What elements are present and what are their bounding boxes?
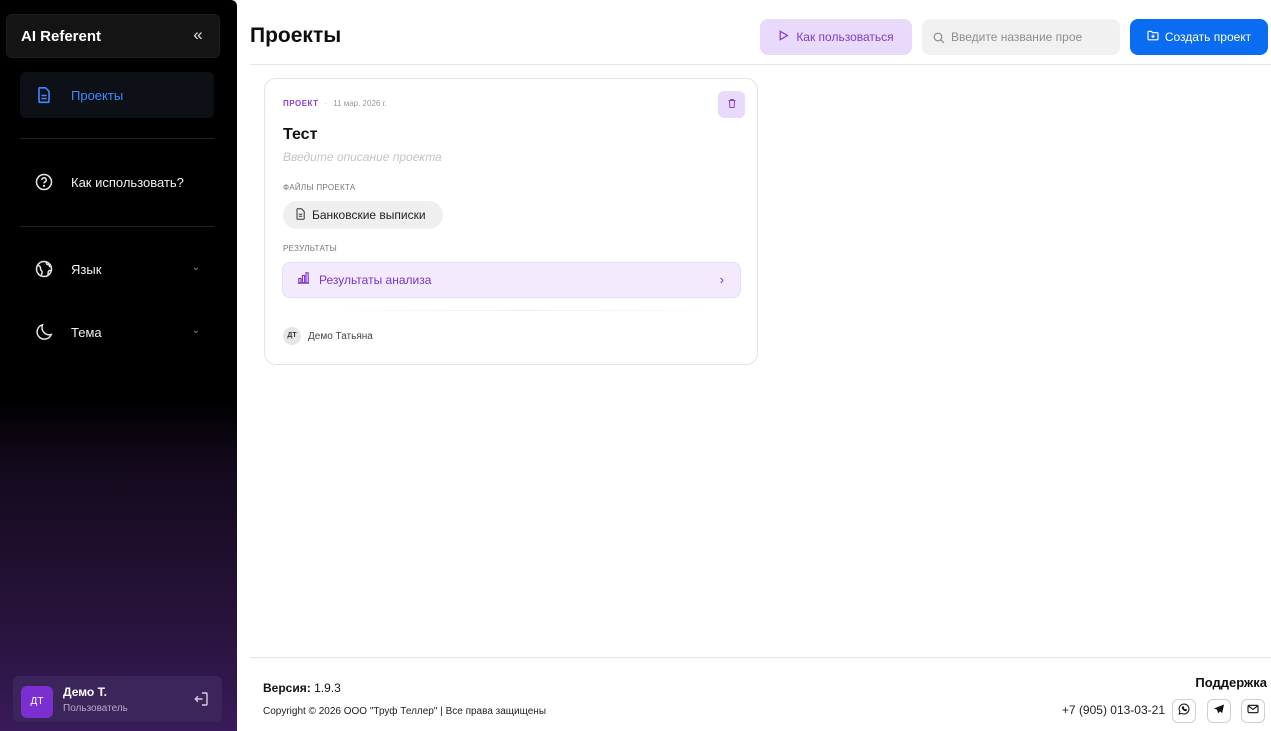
folder-add-icon <box>1147 30 1159 44</box>
document-icon <box>33 84 55 106</box>
files-section-label: ФАЙЛЫ ПРОЕКТА <box>283 183 356 192</box>
results-label: Результаты анализа <box>319 273 432 287</box>
chevron-down-icon: ⌄ <box>191 262 200 273</box>
project-card[interactable]: ПРОЕКТ · 11 мар. 2026 г. Тест Введите оп… <box>264 78 758 365</box>
user-card[interactable]: ДТ Демо Т. Пользователь <box>13 676 222 722</box>
collapse-sidebar-button[interactable]: « <box>187 24 209 46</box>
project-description[interactable]: Введите описание проекта <box>283 150 442 164</box>
create-project-button[interactable]: Создать проект <box>1130 19 1268 55</box>
sidebar-item-language[interactable]: Язык ⌄ <box>20 246 214 292</box>
delete-project-button[interactable] <box>718 91 745 118</box>
create-project-label: Создать проект <box>1164 30 1252 44</box>
user-role: Пользователь <box>63 703 128 714</box>
telegram-icon <box>1213 702 1225 720</box>
meta-separator: · <box>324 99 328 108</box>
results-section-label: РЕЗУЛЬТАТЫ <box>283 244 338 253</box>
chevron-right-icon: › <box>719 272 724 287</box>
file-name: Банковские выписки <box>312 208 426 222</box>
copyright: Copyright © 2026 ООО "Труф Теллер" | Все… <box>263 706 547 717</box>
project-date: 11 мар. 2026 г. <box>333 99 387 108</box>
footer-divider <box>250 657 1271 658</box>
sidebar-item-theme[interactable]: Тема ⌄ <box>20 309 214 355</box>
project-title: Тест <box>283 126 318 143</box>
support-title: Поддержка <box>1195 675 1267 690</box>
app-title: AI Referent <box>21 28 102 45</box>
owner-name: Демо Татьяна <box>308 331 373 342</box>
mail-icon <box>1247 702 1259 720</box>
trash-icon <box>727 96 737 114</box>
brand-header: AI Referent « <box>6 14 220 58</box>
moon-icon <box>33 321 55 343</box>
globe-icon <box>33 258 55 280</box>
analysis-results-link[interactable]: Результаты анализа › <box>282 262 741 298</box>
sidebar-item-projects[interactable]: Проекты <box>20 72 214 118</box>
whatsapp-icon <box>1178 702 1190 720</box>
version-number: 1.9.3 <box>314 681 341 695</box>
avatar: ДТ <box>21 686 53 718</box>
sidebar-divider <box>20 138 214 139</box>
project-meta: ПРОЕКТ · 11 мар. 2026 г. <box>283 99 387 108</box>
help-circle-icon <box>33 171 55 193</box>
search-input[interactable] <box>951 30 1111 44</box>
card-divider <box>325 310 725 311</box>
bar-chart-icon <box>297 271 310 289</box>
user-name: Демо Т. <box>63 685 107 699</box>
app-version: Версия: 1.9.3 <box>263 681 341 695</box>
how-to-use-button[interactable]: Как пользоваться <box>760 19 912 55</box>
sidebar-item-how-to-use[interactable]: Как использовать? <box>20 159 214 205</box>
file-icon <box>295 207 306 223</box>
header-divider <box>250 64 1271 65</box>
version-label: Версия: <box>263 681 311 695</box>
sidebar-item-label: Язык <box>71 261 102 277</box>
telegram-button[interactable] <box>1207 699 1231 723</box>
how-to-use-label: Как пользоваться <box>796 30 894 44</box>
chevron-down-icon: ⌄ <box>191 325 200 336</box>
email-button[interactable] <box>1241 699 1265 723</box>
sidebar-item-label: Тема <box>71 324 102 340</box>
file-chip[interactable]: Банковские выписки <box>283 201 443 229</box>
project-type-badge: ПРОЕКТ <box>283 99 319 108</box>
owner-avatar: ДТ <box>283 327 301 345</box>
sidebar-item-label: Проекты <box>71 87 124 103</box>
sidebar-divider <box>20 226 214 227</box>
search-icon <box>933 31 945 44</box>
search-field[interactable] <box>922 19 1120 55</box>
sidebar: AI Referent « Проекты Как использовать? <box>0 0 237 731</box>
support-phone[interactable]: +7 (905) 013-03-21 <box>1062 703 1165 717</box>
whatsapp-button[interactable] <box>1172 699 1196 723</box>
page-title: Проекты <box>250 24 342 47</box>
logout-icon[interactable] <box>192 690 210 708</box>
play-icon <box>778 30 790 44</box>
sidebar-item-label: Как использовать? <box>71 174 184 190</box>
